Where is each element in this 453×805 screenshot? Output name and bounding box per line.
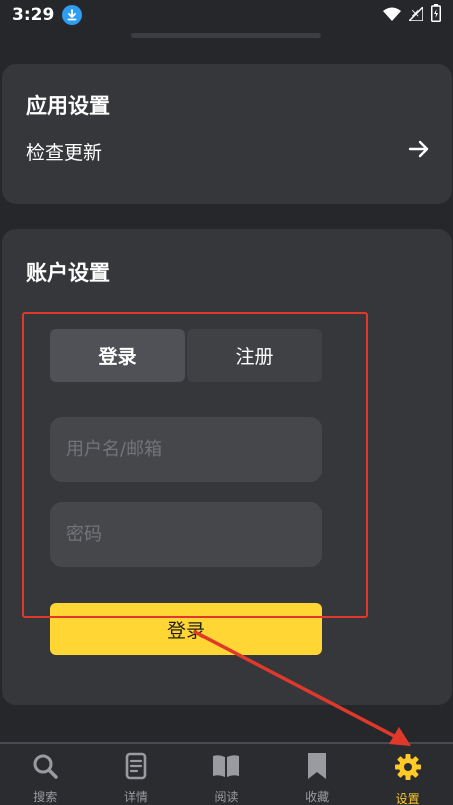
signal-icon bbox=[407, 4, 424, 25]
nav-label-settings: 设置 bbox=[395, 792, 420, 805]
nav-item-read[interactable]: 阅读 bbox=[181, 744, 272, 805]
nav-label-details: 详情 bbox=[123, 790, 148, 804]
download-icon bbox=[62, 5, 83, 25]
battery-icon bbox=[431, 4, 441, 26]
status-bar: 3:29 bbox=[0, 0, 453, 30]
bookmark-icon bbox=[305, 752, 329, 784]
nav-item-search[interactable]: 搜索 bbox=[0, 744, 91, 805]
document-icon bbox=[122, 752, 150, 784]
status-time: 3:29 bbox=[12, 5, 55, 25]
arrow-right-icon bbox=[408, 139, 430, 164]
drag-handle[interactable] bbox=[131, 33, 321, 38]
nav-label-read: 阅读 bbox=[214, 790, 239, 804]
book-icon bbox=[211, 752, 241, 784]
wifi-icon bbox=[383, 6, 401, 25]
nav-label-favorites: 收藏 bbox=[305, 790, 330, 804]
bottom-nav: 搜索 详情 阅读 收藏 设置 bbox=[0, 744, 453, 805]
status-right bbox=[383, 4, 441, 26]
app-settings-card: 应用设置 检查更新 bbox=[2, 64, 452, 204]
app-settings-title: 应用设置 bbox=[26, 94, 110, 118]
search-icon bbox=[31, 752, 59, 784]
nav-item-settings[interactable]: 设置 bbox=[362, 744, 453, 805]
check-update-row[interactable]: 检查更新 bbox=[26, 136, 430, 166]
nav-item-details[interactable]: 详情 bbox=[91, 744, 182, 805]
nav-item-favorites[interactable]: 收藏 bbox=[272, 744, 363, 805]
status-left: 3:29 bbox=[12, 5, 83, 25]
annotation-highlight-box bbox=[22, 312, 368, 618]
gear-icon bbox=[393, 752, 423, 786]
check-update-label: 检查更新 bbox=[26, 141, 103, 164]
account-settings-title: 账户设置 bbox=[26, 261, 110, 285]
nav-label-search: 搜索 bbox=[33, 790, 58, 804]
